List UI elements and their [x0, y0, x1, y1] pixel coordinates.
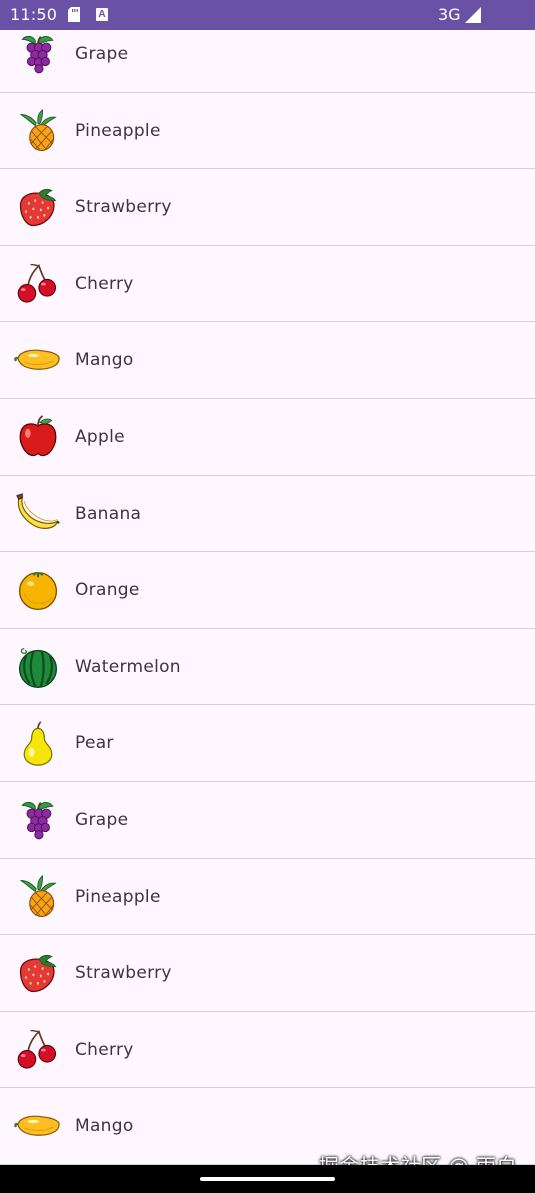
- list-item-label: Pear: [75, 733, 114, 754]
- list-item-label: Banana: [75, 503, 142, 524]
- strawberry-icon: [19, 189, 57, 227]
- list-item[interactable]: Banana: [0, 476, 535, 553]
- list-item-label: Apple: [75, 426, 125, 447]
- mango-icon: [14, 349, 60, 371]
- list-item-label: Orange: [75, 580, 140, 601]
- list-item-label: Strawberry: [75, 963, 172, 984]
- apple-icon: [19, 415, 57, 457]
- mango-icon: [14, 1115, 60, 1137]
- pineapple-icon: [20, 108, 57, 151]
- list-item[interactable]: Pineapple: [0, 859, 535, 936]
- list-item-label: Grape: [75, 44, 129, 64]
- grape-icon: [21, 801, 54, 840]
- strawberry-icon: [19, 955, 57, 993]
- banana-icon: [16, 492, 60, 529]
- pineapple-icon: [20, 874, 57, 917]
- fruit-list[interactable]: Grape Pineapple Strawberry Cherry Mango …: [0, 30, 535, 1165]
- list-item[interactable]: Strawberry: [0, 935, 535, 1012]
- list-item-label: Pineapple: [75, 120, 161, 141]
- list-item[interactable]: Strawberry: [0, 169, 535, 246]
- list-item-label: Watermelon: [75, 656, 181, 677]
- keyboard-a-icon: A: [96, 8, 108, 21]
- navigation-bar: [0, 1165, 535, 1193]
- list-item[interactable]: Cherry: [0, 1012, 535, 1089]
- list-item[interactable]: Grape: [0, 30, 535, 93]
- list-item-label: Grape: [75, 809, 129, 830]
- orange-icon: [18, 572, 58, 611]
- watermelon-icon: [18, 647, 58, 688]
- cherry-icon: [17, 1029, 57, 1069]
- pear-icon: [23, 721, 53, 767]
- list-item[interactable]: Pear: [0, 705, 535, 782]
- list-item-label: Cherry: [75, 273, 134, 294]
- cherry-icon: [17, 263, 57, 303]
- list-item-label: Pineapple: [75, 886, 161, 907]
- list-item[interactable]: Pineapple: [0, 93, 535, 170]
- network-type: 3G: [438, 5, 461, 24]
- list-item[interactable]: Watermelon: [0, 629, 535, 706]
- list-item[interactable]: Apple: [0, 399, 535, 476]
- status-time: 11:50: [10, 5, 58, 24]
- grape-icon: [21, 35, 54, 74]
- list-item-label: Mango: [75, 1116, 134, 1137]
- list-item[interactable]: Mango: [0, 322, 535, 399]
- list-item[interactable]: Cherry: [0, 246, 535, 323]
- signal-icon: [465, 7, 481, 23]
- list-item-label: Strawberry: [75, 197, 172, 218]
- status-bar: 11:50 A 3G: [0, 0, 535, 30]
- sd-card-icon: [68, 7, 80, 22]
- list-item-label: Mango: [75, 350, 134, 371]
- fruit-list-track: Grape Pineapple Strawberry Cherry Mango …: [0, 30, 535, 1165]
- list-item[interactable]: Orange: [0, 552, 535, 629]
- home-gesture-handle[interactable]: [200, 1177, 335, 1181]
- list-item[interactable]: Grape: [0, 782, 535, 859]
- list-item-label: Cherry: [75, 1039, 134, 1060]
